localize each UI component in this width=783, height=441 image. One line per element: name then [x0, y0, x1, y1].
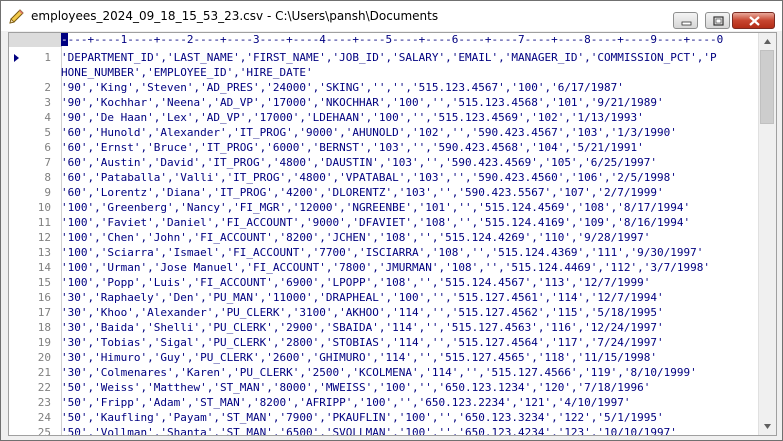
ruler-marks: ---+----1----+----2----+----3----+----4-…	[67, 33, 724, 46]
line-number: 24	[37, 411, 51, 424]
line-text: HONE_NUMBER','EMPLOYEE_ID','HIRE_DATE'	[61, 66, 313, 79]
line-text: '100','Popp','Luis','FI_ACCOUNT','6900',…	[61, 276, 651, 289]
line-text: '60','Hunold','Alexander','IT_PROG','900…	[61, 126, 677, 139]
minimize-icon	[681, 21, 692, 26]
chevron-up-icon	[764, 39, 771, 44]
editor-window: employees_2024_09_18_15_53_23.csv - C:\U…	[0, 0, 783, 441]
close-icon	[749, 16, 760, 26]
scroll-up-button[interactable]	[759, 33, 776, 50]
text-line[interactable]: 7 '60','Austin','David','IT_PROG','4800',…	[9, 155, 758, 170]
text-line[interactable]: 10 '100','Greenberg','Nancy','FI_MGR','12…	[9, 200, 758, 215]
maximize-icon	[713, 16, 724, 26]
text-line[interactable]: 11 '100','Faviet','Daniel','FI_ACCOUNT','…	[9, 215, 758, 230]
line-text: 'DEPARTMENT_ID','LAST_NAME','FIRST_NAME'…	[61, 51, 717, 64]
text-area[interactable]: 1 'DEPARTMENT_ID','LAST_NAME','FIRST_NAME…	[9, 47, 758, 435]
line-text: '100','Chen','John','FI_ACCOUNT','8200',…	[61, 231, 651, 244]
line-number: 23	[37, 396, 51, 409]
text-line[interactable]: 3 '90','Kochhar','Neena','AD_VP','17000',…	[9, 95, 758, 110]
text-line[interactable]: 4 '90','De Haan','Lex','AD_VP','17000','L…	[9, 110, 758, 125]
line-text: '60','Pataballa','Valli','IT_PROG','4800…	[61, 171, 677, 184]
title-bar[interactable]: employees_2024_09_18_15_53_23.csv - C:\U…	[1, 1, 782, 31]
text-line[interactable]: 9 '60','Lorentz','Diana','IT_PROG','4200'…	[9, 185, 758, 200]
line-number: 7	[44, 156, 51, 169]
close-button[interactable]	[732, 12, 775, 29]
text-line[interactable]: 21 '30','Colmenares','Karen','PU_CLERK','…	[9, 365, 758, 380]
line-text: '100','Urman','Jose Manuel','FI_ACCOUNT'…	[61, 261, 711, 274]
scroll-down-button[interactable]	[759, 418, 776, 435]
line-number: 19	[37, 336, 51, 349]
ruler-cursor: -	[61, 33, 68, 46]
line-text: '30','Himuro','Guy','PU_CLERK','2600','G…	[61, 351, 658, 364]
line-text: '100','Greenberg','Nancy','FI_MGR','1200…	[61, 201, 691, 214]
line-number: 18	[37, 321, 51, 334]
text-line[interactable]: HONE_NUMBER','EMPLOYEE_ID','HIRE_DATE'	[9, 65, 758, 80]
text-line[interactable]: 14 '100','Urman','Jose Manuel','FI_ACCOUN…	[9, 260, 758, 275]
text-line[interactable]: 22 '50','Weiss','Matthew','ST_MAN','8000'…	[9, 380, 758, 395]
text-line[interactable]: 15 '100','Popp','Luis','FI_ACCOUNT','6900…	[9, 275, 758, 290]
text-line[interactable]: 18 '30','Baida','Shelli','PU_CLERK','2900…	[9, 320, 758, 335]
line-text: '30','Baida','Shelli','PU_CLERK','2900',…	[61, 321, 664, 334]
pencil-icon[interactable]	[7, 8, 25, 26]
line-text: '50','Kaufling','Payam','ST_MAN','7900',…	[61, 411, 664, 424]
line-text: '50','Fripp','Adam','ST_MAN','8200','AFR…	[61, 396, 631, 409]
text-line[interactable]: 13 '100','Sciarra','Ismael','FI_ACCOUNT',…	[9, 245, 758, 260]
line-number: 2	[44, 81, 51, 94]
editor-frame: ----+----1----+----2----+----3----+----4…	[8, 32, 777, 436]
line-text: '90','De Haan','Lex','AD_VP','17000','LD…	[61, 111, 644, 124]
line-number: 14	[37, 261, 51, 274]
text-line[interactable]: 12 '100','Chen','John','FI_ACCOUNT','8200…	[9, 230, 758, 245]
line-text: '30','Colmenares','Karen','PU_CLERK','25…	[61, 366, 697, 379]
line-number: 5	[44, 126, 51, 139]
line-number: 12	[37, 231, 51, 244]
line-number: 16	[37, 291, 51, 304]
line-text: '50','Weiss','Matthew','ST_MAN','8000','…	[61, 381, 651, 394]
line-number: 20	[37, 351, 51, 364]
window-title: employees_2024_09_18_15_53_23.csv - C:\U…	[31, 9, 439, 23]
text-line[interactable]: 17 '30','Khoo','Alexander','PU_CLERK','31…	[9, 305, 758, 320]
line-number: 10	[37, 201, 51, 214]
line-text: '90','Kochhar','Neena','AD_VP','17000','…	[61, 96, 664, 109]
line-number: 3	[44, 96, 51, 109]
minimize-button[interactable]	[673, 12, 698, 29]
maximize-button[interactable]	[705, 12, 730, 29]
vertical-scrollbar[interactable]	[758, 33, 776, 435]
ruler-corner	[9, 33, 62, 47]
line-text: '30','Khoo','Alexander','PU_CLERK','3100…	[61, 306, 664, 319]
line-number: 8	[44, 171, 51, 184]
line-number: 1	[44, 51, 51, 64]
text-line[interactable]: 8 '60','Pataballa','Valli','IT_PROG','480…	[9, 170, 758, 185]
text-line[interactable]: 19 '30','Tobias','Sigal','PU_CLERK','2800…	[9, 335, 758, 350]
line-number: 6	[44, 141, 51, 154]
line-text: '30','Tobias','Sigal','PU_CLERK','2800',…	[61, 336, 664, 349]
text-line[interactable]: 6 '60','Ernst','Bruce','IT_PROG','6000','…	[9, 140, 758, 155]
line-text: '50','Vollman','Shanta','ST_MAN','6500',…	[61, 426, 677, 435]
text-line[interactable]: 2 '90','King','Steven','AD_PRES','24000',…	[9, 80, 758, 95]
line-number: 15	[37, 276, 51, 289]
line-text: '90','King','Steven','AD_PRES','24000','…	[61, 81, 624, 94]
line-number: 4	[44, 111, 51, 124]
line-text: '100','Faviet','Daniel','FI_ACCOUNT','90…	[61, 216, 691, 229]
column-ruler: ----+----1----+----2----+----3----+----4…	[9, 33, 758, 47]
text-line[interactable]: 23 '50','Fripp','Adam','ST_MAN','8200','A…	[9, 395, 758, 410]
line-number: 22	[37, 381, 51, 394]
text-line[interactable]: 16 '30','Raphaely','Den','PU_MAN','11000'…	[9, 290, 758, 305]
line-number: 25	[37, 426, 51, 435]
line-text: '60','Ernst','Bruce','IT_PROG','6000','B…	[61, 141, 644, 154]
chevron-down-icon	[764, 424, 771, 429]
line-text: '30','Raphaely','Den','PU_MAN','11000','…	[61, 291, 664, 304]
line-text: '100','Sciarra','Ismael','FI_ACCOUNT','7…	[61, 246, 704, 259]
text-line[interactable]: 20 '30','Himuro','Guy','PU_CLERK','2600',…	[9, 350, 758, 365]
text-line[interactable]: 1 'DEPARTMENT_ID','LAST_NAME','FIRST_NAME…	[9, 50, 758, 65]
line-number: 13	[37, 246, 51, 259]
line-text: '60','Austin','David','IT_PROG','4800','…	[61, 156, 658, 169]
text-line[interactable]: 25 '50','Vollman','Shanta','ST_MAN','6500…	[9, 425, 758, 435]
line-text: '60','Lorentz','Diana','IT_PROG','4200',…	[61, 186, 664, 199]
text-line[interactable]: 5 '60','Hunold','Alexander','IT_PROG','90…	[9, 125, 758, 140]
text-line[interactable]: 24 '50','Kaufling','Payam','ST_MAN','7900…	[9, 410, 758, 425]
line-number: 17	[37, 306, 51, 319]
line-number: 11	[37, 216, 51, 229]
line-number: 9	[44, 186, 51, 199]
scroll-thumb[interactable]	[760, 50, 774, 124]
line-number: 21	[37, 366, 51, 379]
